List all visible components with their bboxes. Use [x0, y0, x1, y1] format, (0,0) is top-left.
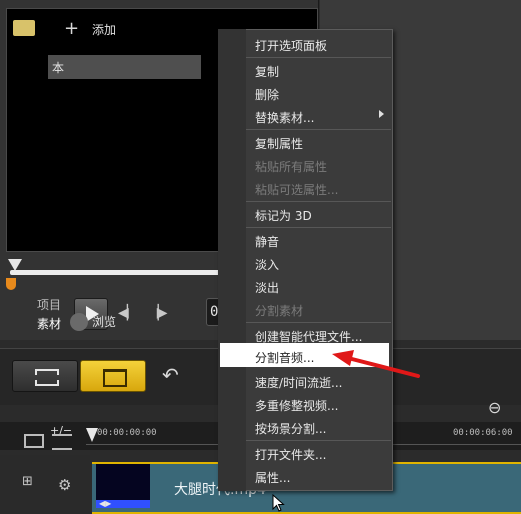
- track-settings-icon[interactable]: ⊞: [22, 474, 33, 489]
- menu-separator: [246, 322, 391, 323]
- menu-separator: [246, 129, 391, 130]
- folder-icon[interactable]: [13, 20, 35, 36]
- ruler-timecode-start: 00:00:00:00: [97, 428, 157, 438]
- red-arrow-icon: [332, 350, 420, 378]
- menu-item-multi-trim[interactable]: 多重修整视频...: [255, 397, 338, 414]
- submenu-arrow-icon: [379, 110, 384, 118]
- filmstrip-icon: [35, 369, 59, 386]
- mouse-cursor-icon: [272, 494, 285, 512]
- menu-separator: [246, 201, 391, 202]
- menu-item-paste-all-attributes: 粘贴所有属性: [255, 160, 328, 174]
- scrub-handle[interactable]: [8, 259, 22, 271]
- prev-frame-icon[interactable]: ◀▏: [118, 305, 137, 321]
- add-button-label[interactable]: 添加: [92, 21, 116, 38]
- video-track-icon: ⚙: [58, 476, 72, 494]
- timeline-view-button[interactable]: [80, 360, 146, 392]
- undo-icon[interactable]: ↶: [162, 363, 179, 387]
- menu-item-open-folder[interactable]: 打开文件夹...: [255, 446, 326, 463]
- menu-item-mute[interactable]: 静音: [255, 233, 279, 250]
- playhead[interactable]: [86, 428, 98, 442]
- menu-item-fade-out[interactable]: 淡出: [255, 279, 279, 296]
- zoom-icon[interactable]: ⊖: [488, 398, 501, 417]
- timeline-icon: [103, 369, 127, 387]
- menu-item-split-audio[interactable]: 分割音频...: [255, 349, 314, 366]
- video-track-header: [0, 455, 90, 514]
- menu-separator: [246, 440, 391, 441]
- menu-item-open-options[interactable]: 打开选项面板: [255, 37, 327, 54]
- menu-item-paste-selected-attributes: 粘贴可选属性...: [255, 183, 339, 197]
- library-item[interactable]: 本: [48, 55, 201, 79]
- menu-item-replace-clip[interactable]: 替换素材...: [255, 109, 314, 126]
- track-list-icon[interactable]: [52, 434, 72, 450]
- menu-item-split-clip: 分割素材: [255, 304, 304, 318]
- ruler-timecode-end: 00:00:06:00: [453, 428, 513, 438]
- library-item-label: 本: [52, 61, 65, 75]
- browse-icon[interactable]: [70, 313, 88, 331]
- menu-separator: [246, 57, 391, 58]
- menu-item-split-by-scene[interactable]: 按场景分割...: [255, 420, 326, 437]
- clip-audio-icon: ◀▶: [99, 499, 112, 508]
- browse-button-label[interactable]: 浏览: [92, 313, 116, 330]
- trim-marker[interactable]: [6, 278, 16, 290]
- storyboard-view-button[interactable]: [12, 360, 78, 392]
- menu-item-delete[interactable]: 删除: [255, 86, 279, 103]
- menu-item-fade-in[interactable]: 淡入: [255, 256, 279, 273]
- menu-item-copy[interactable]: 复制: [255, 63, 279, 80]
- mode-project-label[interactable]: 项目: [37, 296, 61, 313]
- track-view-icon[interactable]: [24, 434, 44, 448]
- mode-clip-label[interactable]: 素材: [37, 315, 61, 332]
- next-frame-icon[interactable]: ▕▶: [148, 305, 167, 321]
- menu-item-copy-attributes[interactable]: 复制属性: [255, 135, 303, 152]
- menu-item-properties[interactable]: 属性...: [255, 469, 290, 486]
- menu-item-mark-3d[interactable]: 标记为 3D: [255, 207, 312, 224]
- context-menu-gutter: [218, 29, 246, 491]
- plus-icon[interactable]: +: [64, 18, 79, 39]
- menu-separator: [246, 227, 391, 228]
